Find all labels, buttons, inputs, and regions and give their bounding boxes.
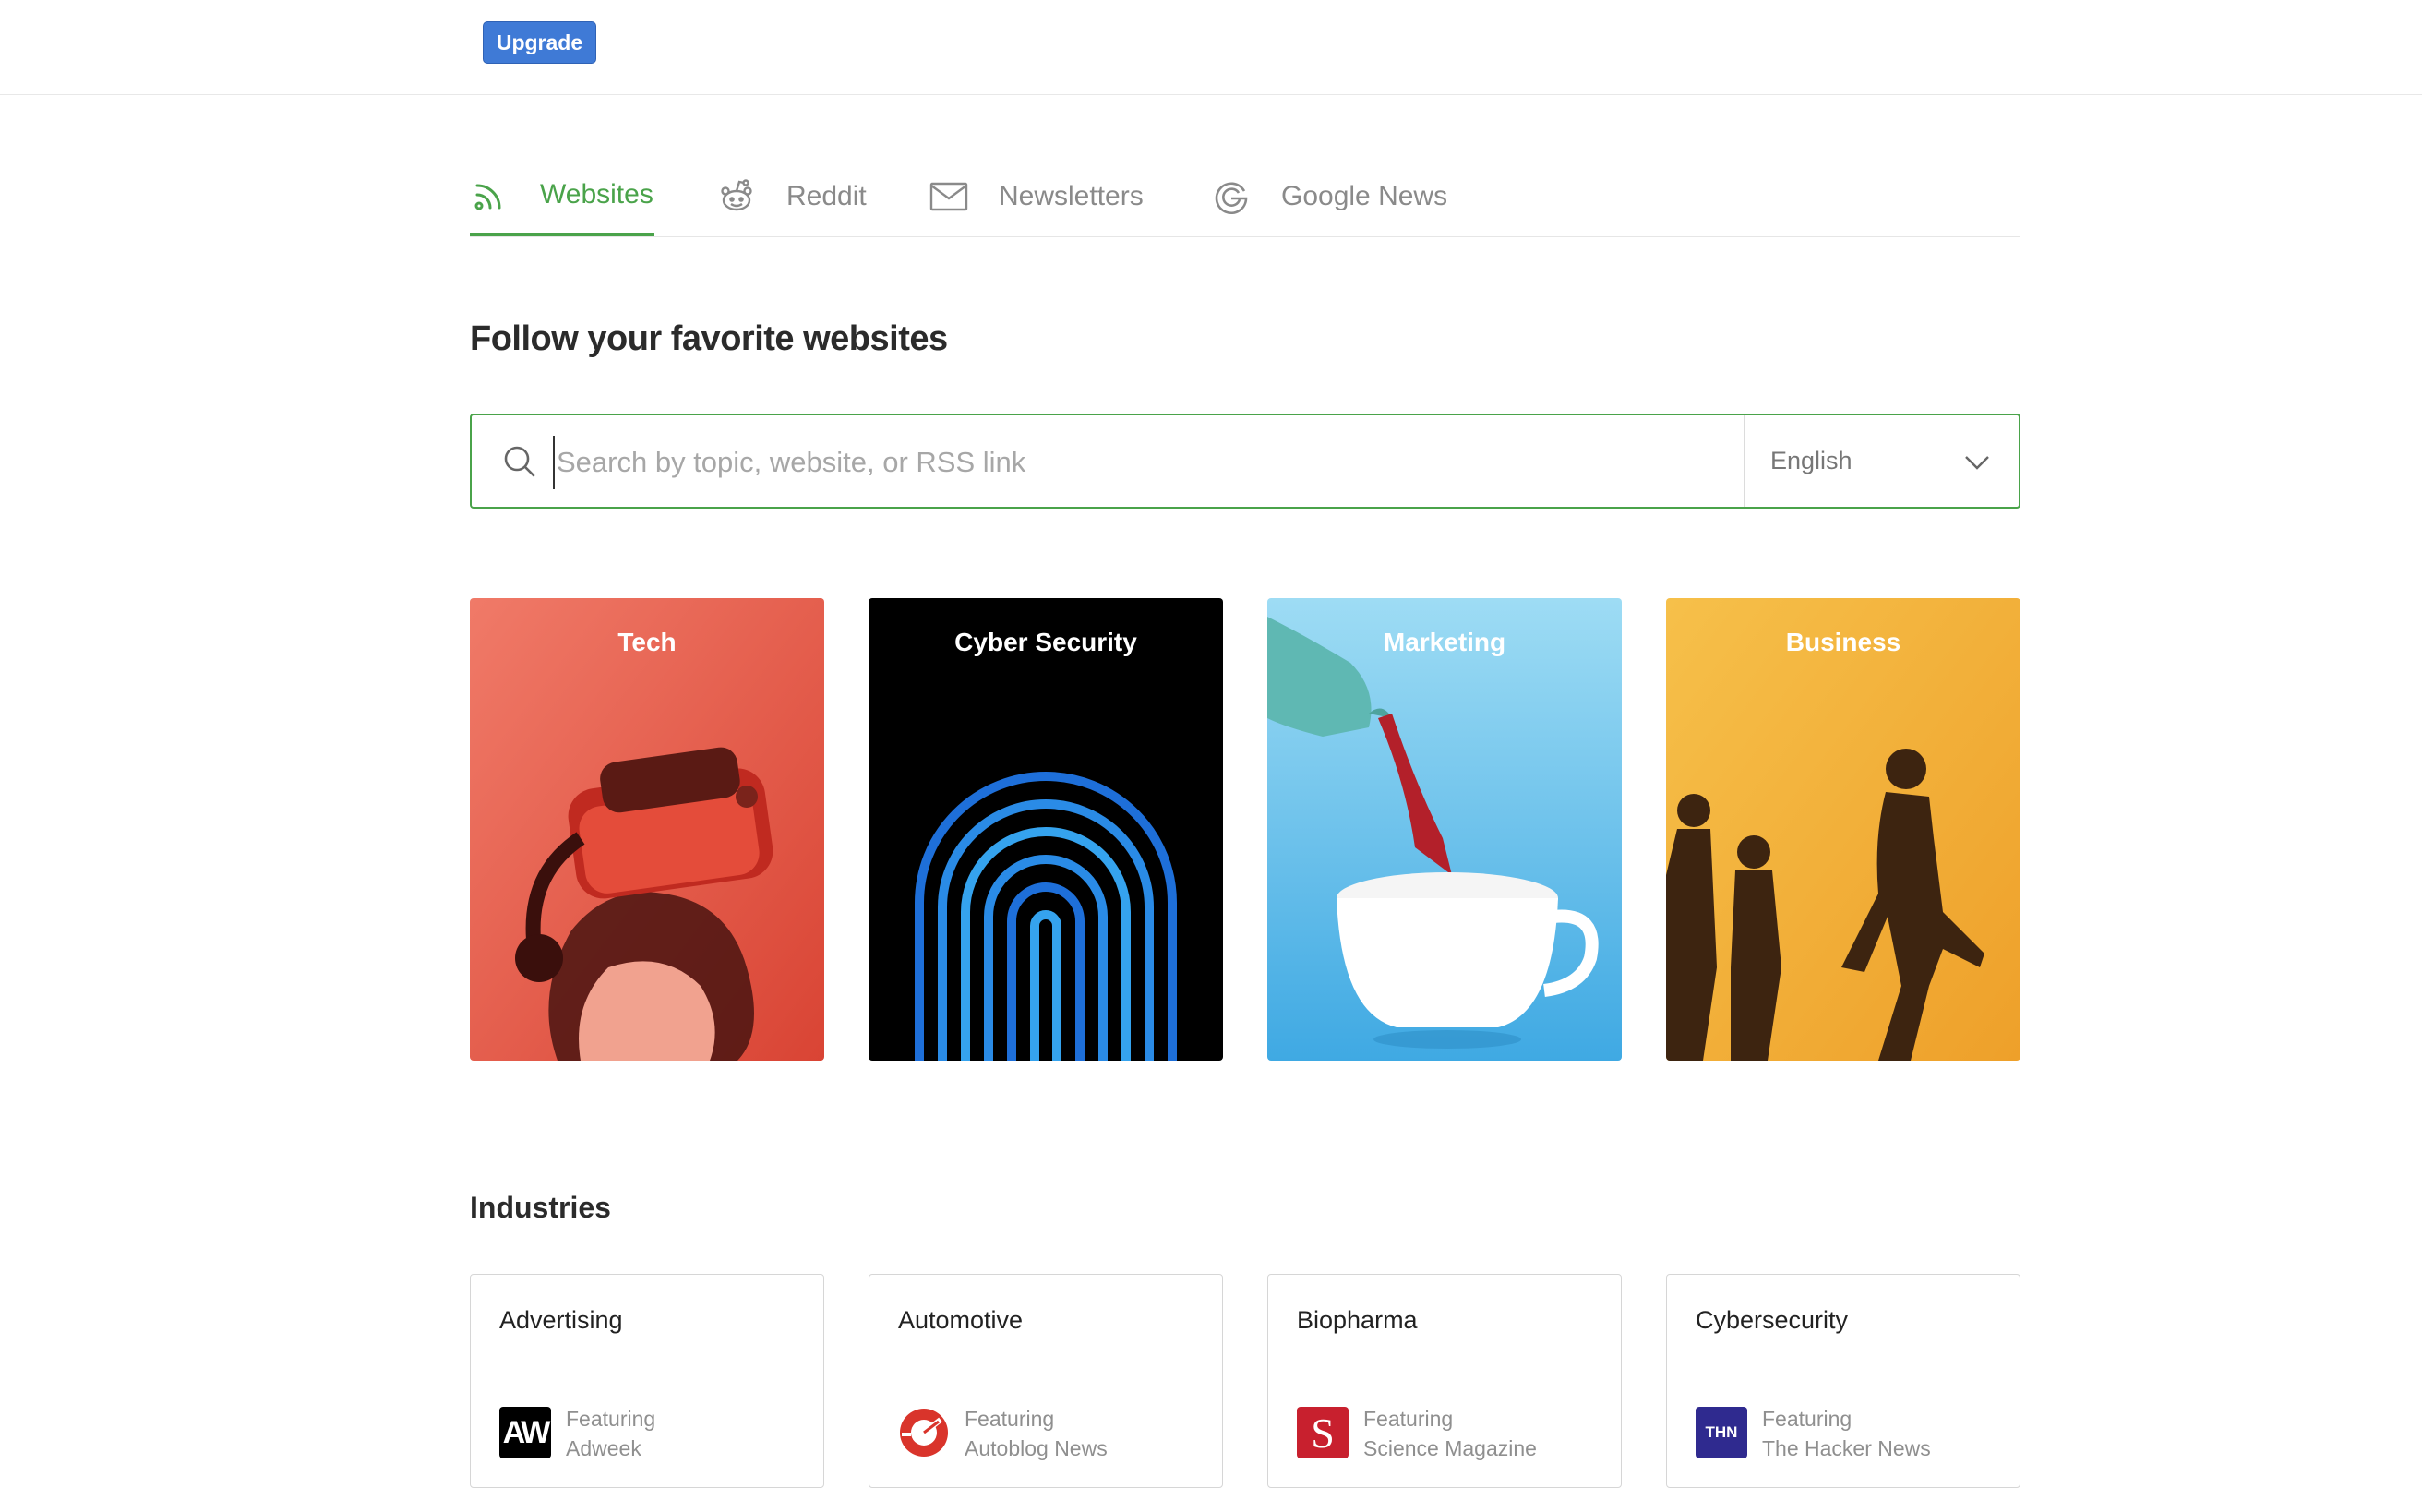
industry-name: Advertising bbox=[499, 1306, 623, 1334]
tab-label: Newsletters bbox=[999, 181, 1144, 211]
industry-name: Biopharma bbox=[1297, 1306, 1418, 1334]
language-selected: English bbox=[1770, 447, 1852, 474]
top-bar: Upgrade bbox=[0, 0, 2422, 95]
language-select[interactable]: English bbox=[1744, 415, 2019, 507]
fingerprint-image bbox=[869, 598, 1223, 1061]
search-input[interactable] bbox=[553, 436, 1648, 489]
science-magazine-logo: S bbox=[1297, 1407, 1349, 1458]
tab-label: Websites bbox=[540, 179, 653, 210]
source-tabs: Websites Reddit Newsletters Google News bbox=[470, 157, 2020, 237]
industry-card-advertising[interactable]: Advertising AW Featuring Adweek bbox=[470, 1274, 824, 1488]
topic-title: Marketing bbox=[1383, 628, 1506, 656]
envelope-icon bbox=[929, 176, 969, 217]
search-box: English bbox=[470, 414, 2020, 509]
business-people-image bbox=[1666, 598, 2020, 1061]
industry-card-automotive[interactable]: Automotive Featuring Autoblog News bbox=[869, 1274, 1223, 1488]
teacup-image bbox=[1267, 598, 1622, 1061]
the-hacker-news-logo: THN bbox=[1696, 1407, 1747, 1458]
rss-icon bbox=[470, 174, 510, 215]
topic-card-tech[interactable]: Tech bbox=[470, 598, 824, 1061]
tab-google-news[interactable]: Google News bbox=[1211, 157, 1451, 236]
featuring-info: Featuring Adweek bbox=[566, 1404, 655, 1463]
featuring-source: Adweek bbox=[566, 1436, 641, 1460]
topic-card-cyber-security[interactable]: Cyber Security bbox=[869, 598, 1223, 1061]
vr-headset-image bbox=[470, 598, 824, 1061]
logo-text: AW bbox=[502, 1414, 551, 1450]
tab-reddit[interactable]: Reddit bbox=[716, 157, 882, 236]
topic-cards: Tech Cyber Security Marketing Business bbox=[470, 598, 2020, 1061]
logo-text: S bbox=[1311, 1409, 1335, 1457]
featuring-source: Science Magazine bbox=[1363, 1436, 1537, 1460]
reddit-icon bbox=[716, 176, 757, 217]
featuring-info: Featuring Autoblog News bbox=[965, 1404, 1108, 1463]
topic-title: Business bbox=[1785, 628, 1901, 656]
chevron-down-icon bbox=[1963, 449, 1991, 476]
industry-card-biopharma[interactable]: Biopharma S Featuring Science Magazine bbox=[1267, 1274, 1622, 1488]
topic-title: Cyber Security bbox=[954, 628, 1137, 656]
featuring-label: Featuring bbox=[566, 1407, 656, 1431]
topic-title: Tech bbox=[617, 628, 677, 656]
upgrade-button[interactable]: Upgrade bbox=[483, 21, 596, 64]
tab-websites[interactable]: Websites bbox=[470, 157, 654, 236]
topic-card-marketing[interactable]: Marketing bbox=[1267, 598, 1622, 1061]
adweek-logo: AW bbox=[499, 1407, 551, 1458]
industry-name: Cybersecurity bbox=[1696, 1306, 1849, 1334]
featuring-label: Featuring bbox=[1762, 1407, 1852, 1431]
tab-label: Google News bbox=[1281, 181, 1448, 211]
featuring-label: Featuring bbox=[965, 1407, 1055, 1431]
featuring-label: Featuring bbox=[1363, 1407, 1454, 1431]
industry-name: Automotive bbox=[898, 1306, 1024, 1334]
featuring-source: The Hacker News bbox=[1762, 1436, 1931, 1460]
featuring-source: Autoblog News bbox=[965, 1436, 1108, 1460]
industry-card-cybersecurity[interactable]: Cybersecurity THN Featuring The Hacker N… bbox=[1666, 1274, 2020, 1488]
google-icon bbox=[1211, 176, 1252, 217]
logo-text: THN bbox=[1705, 1423, 1738, 1441]
featuring-info: Featuring The Hacker News bbox=[1762, 1404, 1931, 1463]
topic-card-business[interactable]: Business bbox=[1666, 598, 2020, 1061]
tab-label: Reddit bbox=[786, 181, 867, 211]
industries-heading: Industries bbox=[470, 1191, 611, 1224]
tab-newsletters[interactable]: Newsletters bbox=[929, 157, 1159, 236]
autoblog-logo bbox=[898, 1407, 950, 1458]
page-heading: Follow your favorite websites bbox=[470, 319, 948, 358]
search-icon bbox=[501, 443, 538, 480]
featuring-info: Featuring Science Magazine bbox=[1363, 1404, 1537, 1463]
